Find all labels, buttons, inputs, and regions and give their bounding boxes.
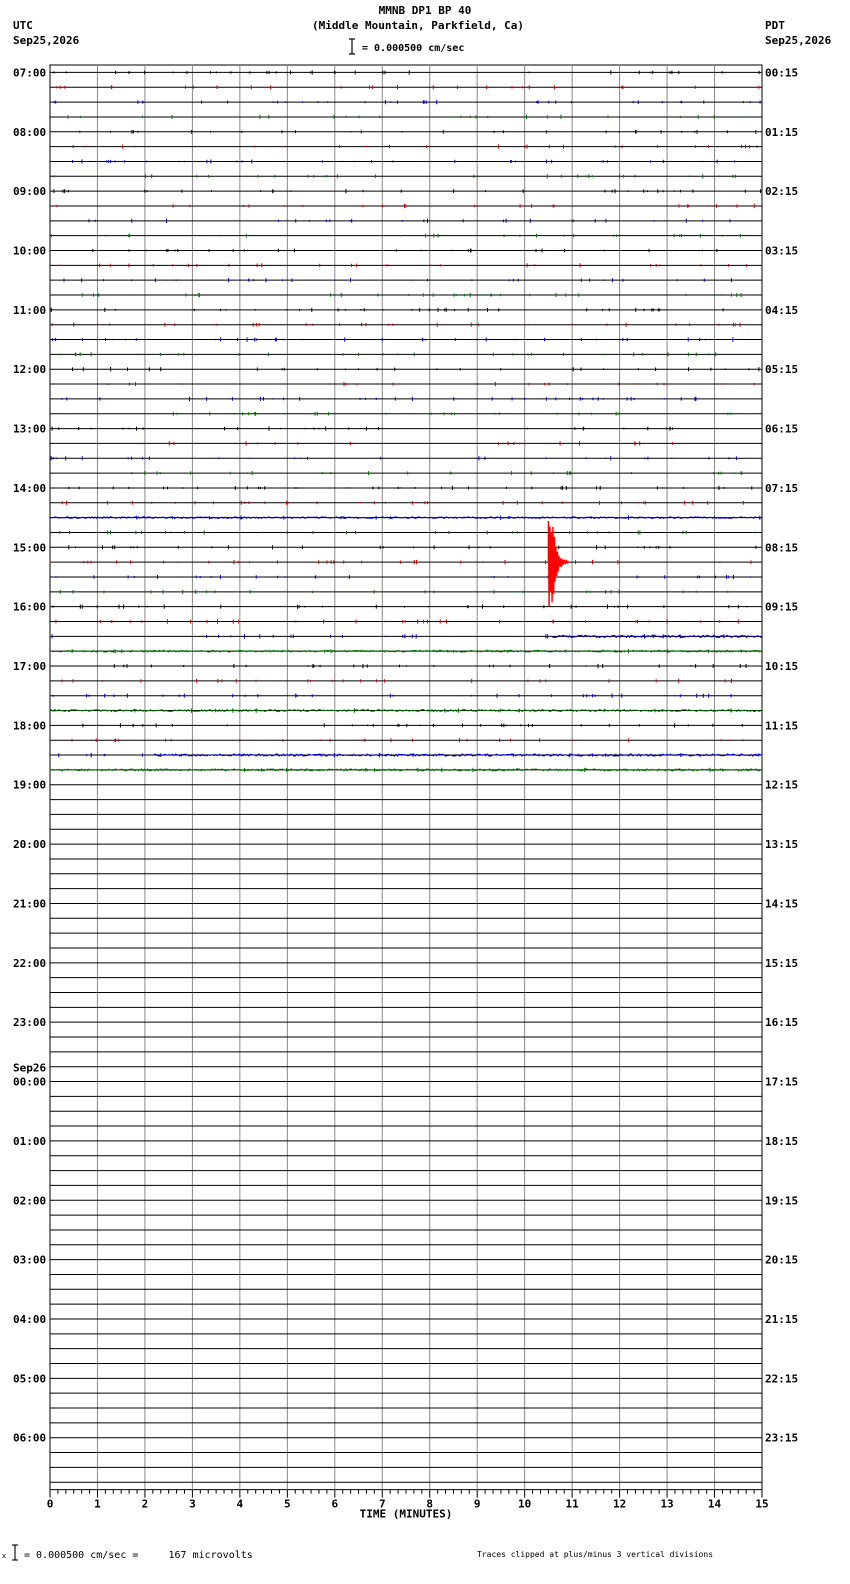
footer-clip-note: Traces clipped at plus/minus 3 vertical … bbox=[477, 1550, 714, 1559]
left-hour-label: 09:00 bbox=[13, 185, 46, 198]
x-tick-label: 4 bbox=[237, 1498, 244, 1511]
right-hour-label: 21:15 bbox=[765, 1313, 798, 1326]
x-tick-label: 6 bbox=[331, 1498, 338, 1511]
right-hour-label: 14:15 bbox=[765, 897, 798, 910]
right-hour-label: 15:15 bbox=[765, 957, 798, 970]
right-hour-label: 04:15 bbox=[765, 304, 798, 317]
right-hour-label: 03:15 bbox=[765, 245, 798, 258]
left-hour-label: 14:00 bbox=[13, 482, 46, 495]
left-hour-label: 19:00 bbox=[13, 779, 46, 792]
right-hour-label: 13:15 bbox=[765, 838, 798, 851]
right-hour-label: 09:15 bbox=[765, 601, 798, 614]
left-hour-label: 03:00 bbox=[13, 1254, 46, 1267]
left-hour-label: 06:00 bbox=[13, 1432, 46, 1445]
trace-noise bbox=[49, 70, 763, 773]
left-hour-label: 01:00 bbox=[13, 1135, 46, 1148]
left-hour-label: 04:00 bbox=[13, 1313, 46, 1326]
x-axis: 0 1 2 3 4 5 6 7 8 9 10 11 12 13 14 15TIME (MINUTES) bbox=[47, 1489, 769, 1521]
left-hour-label: 10:00 bbox=[13, 245, 46, 258]
noisy-trace bbox=[49, 708, 762, 713]
x-tick-label: 13 bbox=[660, 1498, 673, 1511]
right-hour-label: 22:15 bbox=[765, 1372, 798, 1385]
earthquake-event bbox=[547, 520, 570, 607]
left-hour-label: 13:00 bbox=[13, 423, 46, 436]
right-hour-label: 19:15 bbox=[765, 1194, 798, 1207]
noisy-trace bbox=[49, 768, 762, 772]
x-tick-label: 12 bbox=[613, 1498, 626, 1511]
x-tick-label: 15 bbox=[755, 1498, 768, 1511]
right-hour-label: 17:15 bbox=[765, 1076, 798, 1089]
right-hour-label: 10:15 bbox=[765, 660, 798, 673]
left-hour-label: 23:00 bbox=[13, 1016, 46, 1029]
right-hour-label: 11:15 bbox=[765, 719, 798, 732]
x-tick-label: 3 bbox=[189, 1498, 196, 1511]
left-hour-label: 08:00 bbox=[13, 126, 46, 139]
x-tick-label: 2 bbox=[142, 1498, 149, 1511]
left-hour-label: 07:00 bbox=[13, 66, 46, 79]
plot-frame bbox=[49, 64, 763, 1491]
footer-scale-bar-icon: x bbox=[2, 1544, 18, 1561]
right-hour-label: 07:15 bbox=[765, 482, 798, 495]
left-hour-label: 20:00 bbox=[13, 838, 46, 851]
svg-text:x: x bbox=[2, 1552, 6, 1560]
right-hour-label: 01:15 bbox=[765, 126, 798, 139]
trace-lines bbox=[50, 71, 762, 1483]
x-tick-label: 11 bbox=[566, 1498, 580, 1511]
x-tick-label: 5 bbox=[284, 1498, 291, 1511]
x-tick-label: 1 bbox=[94, 1498, 101, 1511]
left-hour-label: 12:00 bbox=[13, 363, 46, 376]
x-tick-label: 9 bbox=[474, 1498, 481, 1511]
right-hour-label: 02:15 bbox=[765, 185, 798, 198]
noisy-trace bbox=[49, 516, 762, 520]
right-hour-label: 12:15 bbox=[765, 779, 798, 792]
right-hour-label: 05:15 bbox=[765, 363, 798, 376]
x-tick-label: 10 bbox=[518, 1498, 531, 1511]
left-hour-label: 05:00 bbox=[13, 1372, 46, 1385]
left-hour-label: 22:00 bbox=[13, 957, 46, 970]
seismogram-chart: 0 1 2 3 4 5 6 7 8 9 10 11 12 13 14 15TIME (MINUTES) 07:… bbox=[13, 64, 798, 1521]
right-hour-label: 18:15 bbox=[765, 1135, 798, 1148]
footer-scale-note: = 0.000500 cm/sec = 167 microvolts bbox=[24, 1550, 253, 1561]
noisy-trace bbox=[552, 634, 762, 639]
left-hour-label: 18:00 bbox=[13, 719, 46, 732]
grid-lines bbox=[49, 64, 763, 1491]
right-hour-label: 00:15 bbox=[765, 66, 798, 79]
left-hour-label: 02:00 bbox=[13, 1194, 46, 1207]
left-hour-label: 21:00 bbox=[13, 897, 46, 910]
left-date-change-label: Sep26 bbox=[13, 1062, 46, 1075]
left-hour-label: 00:00 bbox=[13, 1076, 46, 1089]
left-hour-label: 16:00 bbox=[13, 601, 46, 614]
right-hour-label: 06:15 bbox=[765, 423, 798, 436]
x-axis-title: TIME (MINUTES) bbox=[360, 1508, 453, 1521]
x-tick-label: 0 bbox=[47, 1498, 54, 1511]
right-hour-label: 23:15 bbox=[765, 1432, 798, 1445]
right-hour-label: 16:15 bbox=[765, 1016, 798, 1029]
x-tick-label: 14 bbox=[708, 1498, 722, 1511]
left-hour-label: 11:00 bbox=[13, 304, 46, 317]
right-hour-label: 08:15 bbox=[765, 541, 798, 554]
left-hour-label: 15:00 bbox=[13, 541, 46, 554]
event-marks bbox=[547, 520, 570, 607]
left-hour-label: 17:00 bbox=[13, 660, 46, 673]
right-hour-label: 20:15 bbox=[765, 1254, 798, 1267]
